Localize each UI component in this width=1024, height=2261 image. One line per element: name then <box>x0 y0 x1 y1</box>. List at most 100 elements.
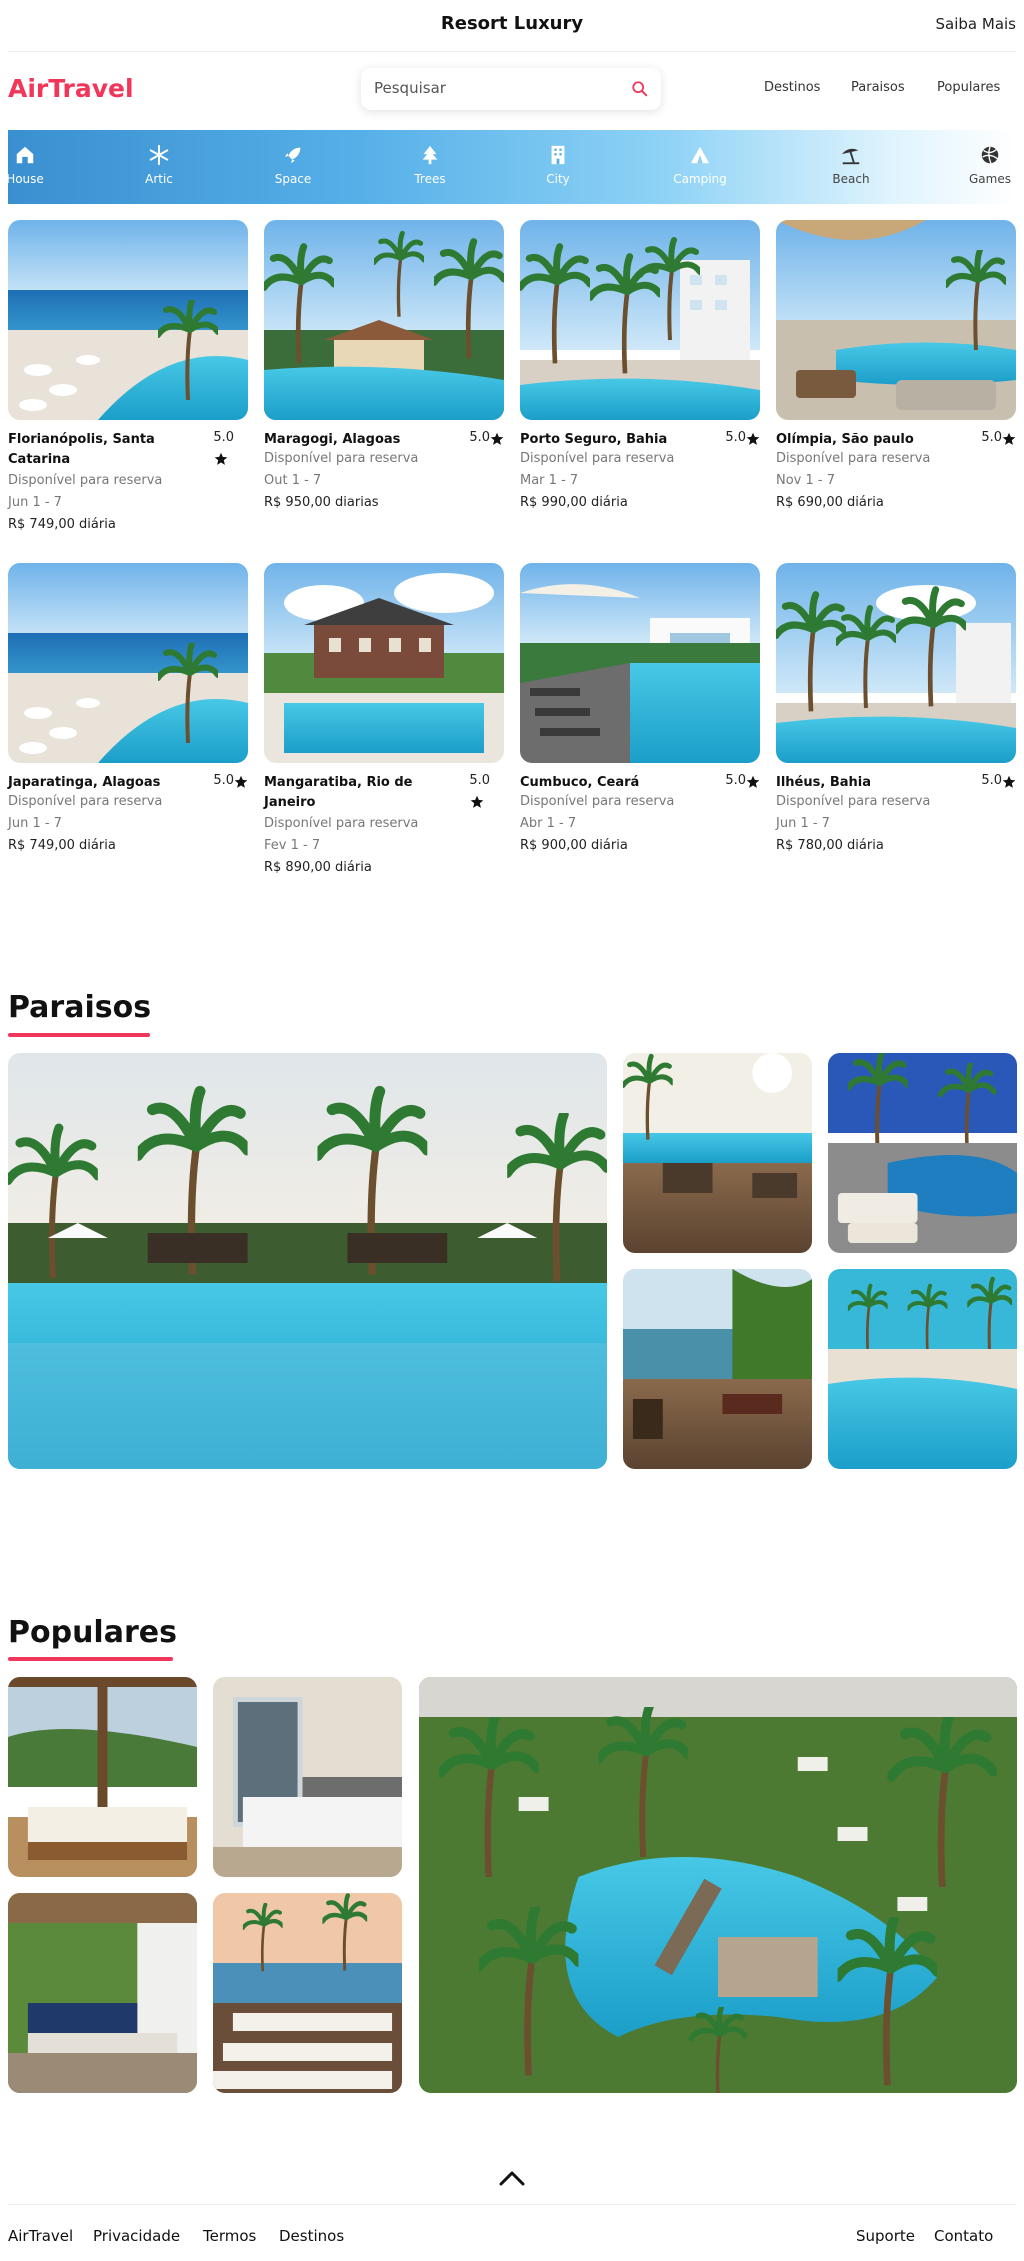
populares-photo[interactable] <box>213 1677 402 1877</box>
snowflake-icon <box>149 144 169 166</box>
umbrella-beach-icon <box>841 148 860 165</box>
category-city[interactable]: City <box>523 144 593 186</box>
building-icon <box>551 145 565 165</box>
star-icon <box>490 432 504 445</box>
category-trees[interactable]: Trees <box>395 144 465 186</box>
listing-availability: Disponível para reserva <box>520 451 675 466</box>
listing-dates: Abr 1 - 7 <box>520 816 577 831</box>
listing-name[interactable]: Florianópolis, Santa Catarina <box>8 430 198 470</box>
listing-rating: 5.0 <box>213 773 234 788</box>
category-bar: House Artic Space Trees City Camping Bea… <box>8 130 1016 204</box>
nav-paraisos[interactable]: Paraisos <box>851 80 905 95</box>
footer-link-destinos[interactable]: Destinos <box>279 2227 344 2245</box>
section-heading-populares: Populares <box>8 1615 177 1650</box>
nav-populares[interactable]: Populares <box>937 80 1000 95</box>
listing-name[interactable]: Cumbuco, Ceará <box>520 773 710 793</box>
listing-rating: 5.0 <box>725 430 746 445</box>
listing-rating: 5.0 <box>469 430 490 445</box>
search-icon[interactable] <box>631 80 649 98</box>
category-artic[interactable]: Artic <box>124 144 194 186</box>
listing-card[interactable]: Cumbuco, Ceará 5.0 Disponível para reser… <box>520 563 760 853</box>
listing-image[interactable] <box>520 220 760 420</box>
logo[interactable]: AirTravel <box>8 74 134 103</box>
category-beach[interactable]: Beach <box>816 144 886 186</box>
paraisos-photo[interactable] <box>828 1053 1017 1253</box>
listing-image[interactable] <box>8 220 248 420</box>
category-space[interactable]: Space <box>258 144 328 186</box>
listing-card[interactable]: Maragogi, Alagoas 5.0 Disponível para re… <box>264 220 504 510</box>
rocket-icon <box>284 147 301 164</box>
heading-underline <box>8 1657 173 1661</box>
search-bar[interactable] <box>361 68 661 110</box>
star-icon <box>1002 432 1016 445</box>
listing-rating: 5.0 <box>213 430 234 445</box>
listing-dates: Fev 1 - 7 <box>264 838 321 853</box>
paraisos-photo[interactable] <box>623 1269 812 1469</box>
star-icon <box>746 432 760 445</box>
nav-destinos[interactable]: Destinos <box>764 80 820 95</box>
populares-photo[interactable] <box>213 1893 402 2093</box>
listing-dates: Jun 1 - 7 <box>8 495 62 510</box>
listing-image[interactable] <box>264 220 504 420</box>
listing-availability: Disponível para reserva <box>520 794 675 809</box>
listing-name[interactable]: Maragogi, Alagoas <box>264 430 454 450</box>
listing-price: R$ 950,00 diarias <box>264 495 379 510</box>
listing-image[interactable] <box>8 563 248 763</box>
listing-rating: 5.0 <box>981 430 1002 445</box>
house-icon <box>16 146 34 164</box>
listing-card[interactable]: Olímpia, São paulo 5.0 Disponível para r… <box>776 220 1016 510</box>
listing-card[interactable]: Florianópolis, Santa Catarina 5.0 Dispon… <box>8 220 248 532</box>
listing-image[interactable] <box>264 563 504 763</box>
listing-name[interactable]: Mangaratiba, Rio de Janeiro <box>264 773 454 813</box>
listing-card[interactable]: Japaratinga, Alagoas 5.0 Disponível para… <box>8 563 248 853</box>
listing-availability: Disponível para reserva <box>8 794 163 809</box>
footer-link-contato[interactable]: Contato <box>934 2227 993 2245</box>
listing-price: R$ 780,00 diária <box>776 838 884 853</box>
footer-link-suporte[interactable]: Suporte <box>856 2227 915 2245</box>
category-games[interactable]: Games <box>955 144 1016 186</box>
listing-card[interactable]: Ilhéus, Bahia 5.0 Disponível para reserv… <box>776 563 1016 853</box>
footer-link-privacidade[interactable]: Privacidade <box>93 2227 180 2245</box>
listing-card[interactable]: Mangaratiba, Rio de Janeiro 5.0 Disponív… <box>264 563 504 875</box>
listing-price: R$ 749,00 diária <box>8 517 116 532</box>
listing-dates: Out 1 - 7 <box>264 473 322 488</box>
paraisos-photo[interactable] <box>828 1269 1017 1469</box>
footer-link-airtravel[interactable]: AirTravel <box>8 2227 73 2245</box>
footer-link-termos[interactable]: Termos <box>203 2227 256 2245</box>
listing-dates: Jun 1 - 7 <box>776 816 830 831</box>
ball-icon <box>981 146 999 164</box>
category-house[interactable]: House <box>8 144 60 186</box>
section-heading-paraisos: Paraisos <box>8 990 152 1025</box>
listing-availability: Disponível para reserva <box>776 794 931 809</box>
paraisos-main-photo[interactable] <box>8 1053 607 1469</box>
listing-price: R$ 890,00 diária <box>264 860 372 875</box>
listing-image[interactable] <box>776 563 1016 763</box>
footer: AirTravel Privacidade Termos Destinos Su… <box>8 2204 1016 2261</box>
populares-photo[interactable] <box>8 1893 197 2093</box>
chevron-up-icon[interactable] <box>498 2168 526 2188</box>
listing-name[interactable]: Porto Seguro, Bahia <box>520 430 710 450</box>
star-icon <box>1002 775 1016 788</box>
paraisos-photo[interactable] <box>623 1053 812 1253</box>
listing-price: R$ 900,00 diária <box>520 838 628 853</box>
listing-availability: Disponível para reserva <box>264 816 419 831</box>
listing-price: R$ 749,00 diária <box>8 838 116 853</box>
listing-name[interactable]: Olímpia, São paulo <box>776 430 966 450</box>
listing-rating: 5.0 <box>725 773 746 788</box>
tent-icon <box>690 146 710 164</box>
saiba-mais-link[interactable]: Saiba Mais <box>936 15 1016 33</box>
listing-name[interactable]: Japaratinga, Alagoas <box>8 773 198 793</box>
category-camping[interactable]: Camping <box>665 144 735 186</box>
listing-image[interactable] <box>776 220 1016 420</box>
search-input[interactable] <box>374 79 614 97</box>
populares-main-photo[interactable] <box>419 1677 1017 2093</box>
listing-availability: Disponível para reserva <box>776 451 931 466</box>
star-icon <box>214 452 228 465</box>
listing-card[interactable]: Porto Seguro, Bahia 5.0 Disponível para … <box>520 220 760 510</box>
listing-image[interactable] <box>520 563 760 763</box>
populares-photo[interactable] <box>8 1677 197 1877</box>
tree-icon <box>422 145 438 165</box>
listing-name[interactable]: Ilhéus, Bahia <box>776 773 966 793</box>
listing-availability: Disponível para reserva <box>8 473 163 488</box>
star-icon <box>470 795 484 808</box>
